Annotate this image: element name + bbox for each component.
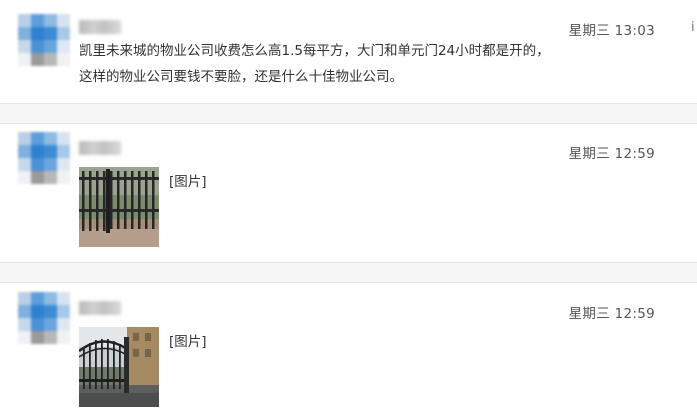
avatar[interactable]: [18, 292, 70, 344]
sender-name[interactable]: [79, 20, 121, 34]
attachment-label[interactable]: [图片]: [169, 330, 207, 350]
edge-glyph: i: [691, 20, 695, 35]
message-time: 星期三 12:59: [568, 146, 655, 162]
message-time: 星期三 13:03: [568, 23, 655, 39]
message-text-line: 这样的物业公司要钱不要脸，还是什么十佳物业公司。: [79, 69, 403, 85]
attachment-label[interactable]: [图片]: [169, 170, 207, 190]
message-text[interactable]: 凯里未来城的物业公司收费怎么高1.5每平方，大门和单元门24小时都是开的， 这样…: [79, 38, 579, 90]
message-time: 星期三 12:59: [568, 306, 655, 322]
avatar[interactable]: [18, 14, 70, 66]
divider: [0, 104, 697, 123]
divider: [0, 263, 697, 282]
message-feed: 星期三 13:03 凯里未来城的物业公司收费怎么高1.5每平方，大门和单元门24…: [0, 0, 697, 420]
gate-photo-icon: [79, 167, 159, 247]
gate-photo-icon: [79, 327, 159, 407]
divider: [0, 123, 697, 124]
avatar[interactable]: [18, 132, 70, 184]
sender-name[interactable]: [79, 141, 121, 155]
message-text-line: 凯里未来城的物业公司收费怎么高1.5每平方，大门和单元门24小时都是开的，: [79, 43, 550, 59]
divider: [0, 282, 697, 283]
gate-photo[interactable]: [79, 167, 159, 247]
gate-photo[interactable]: [79, 327, 159, 407]
sender-name[interactable]: [79, 301, 121, 315]
